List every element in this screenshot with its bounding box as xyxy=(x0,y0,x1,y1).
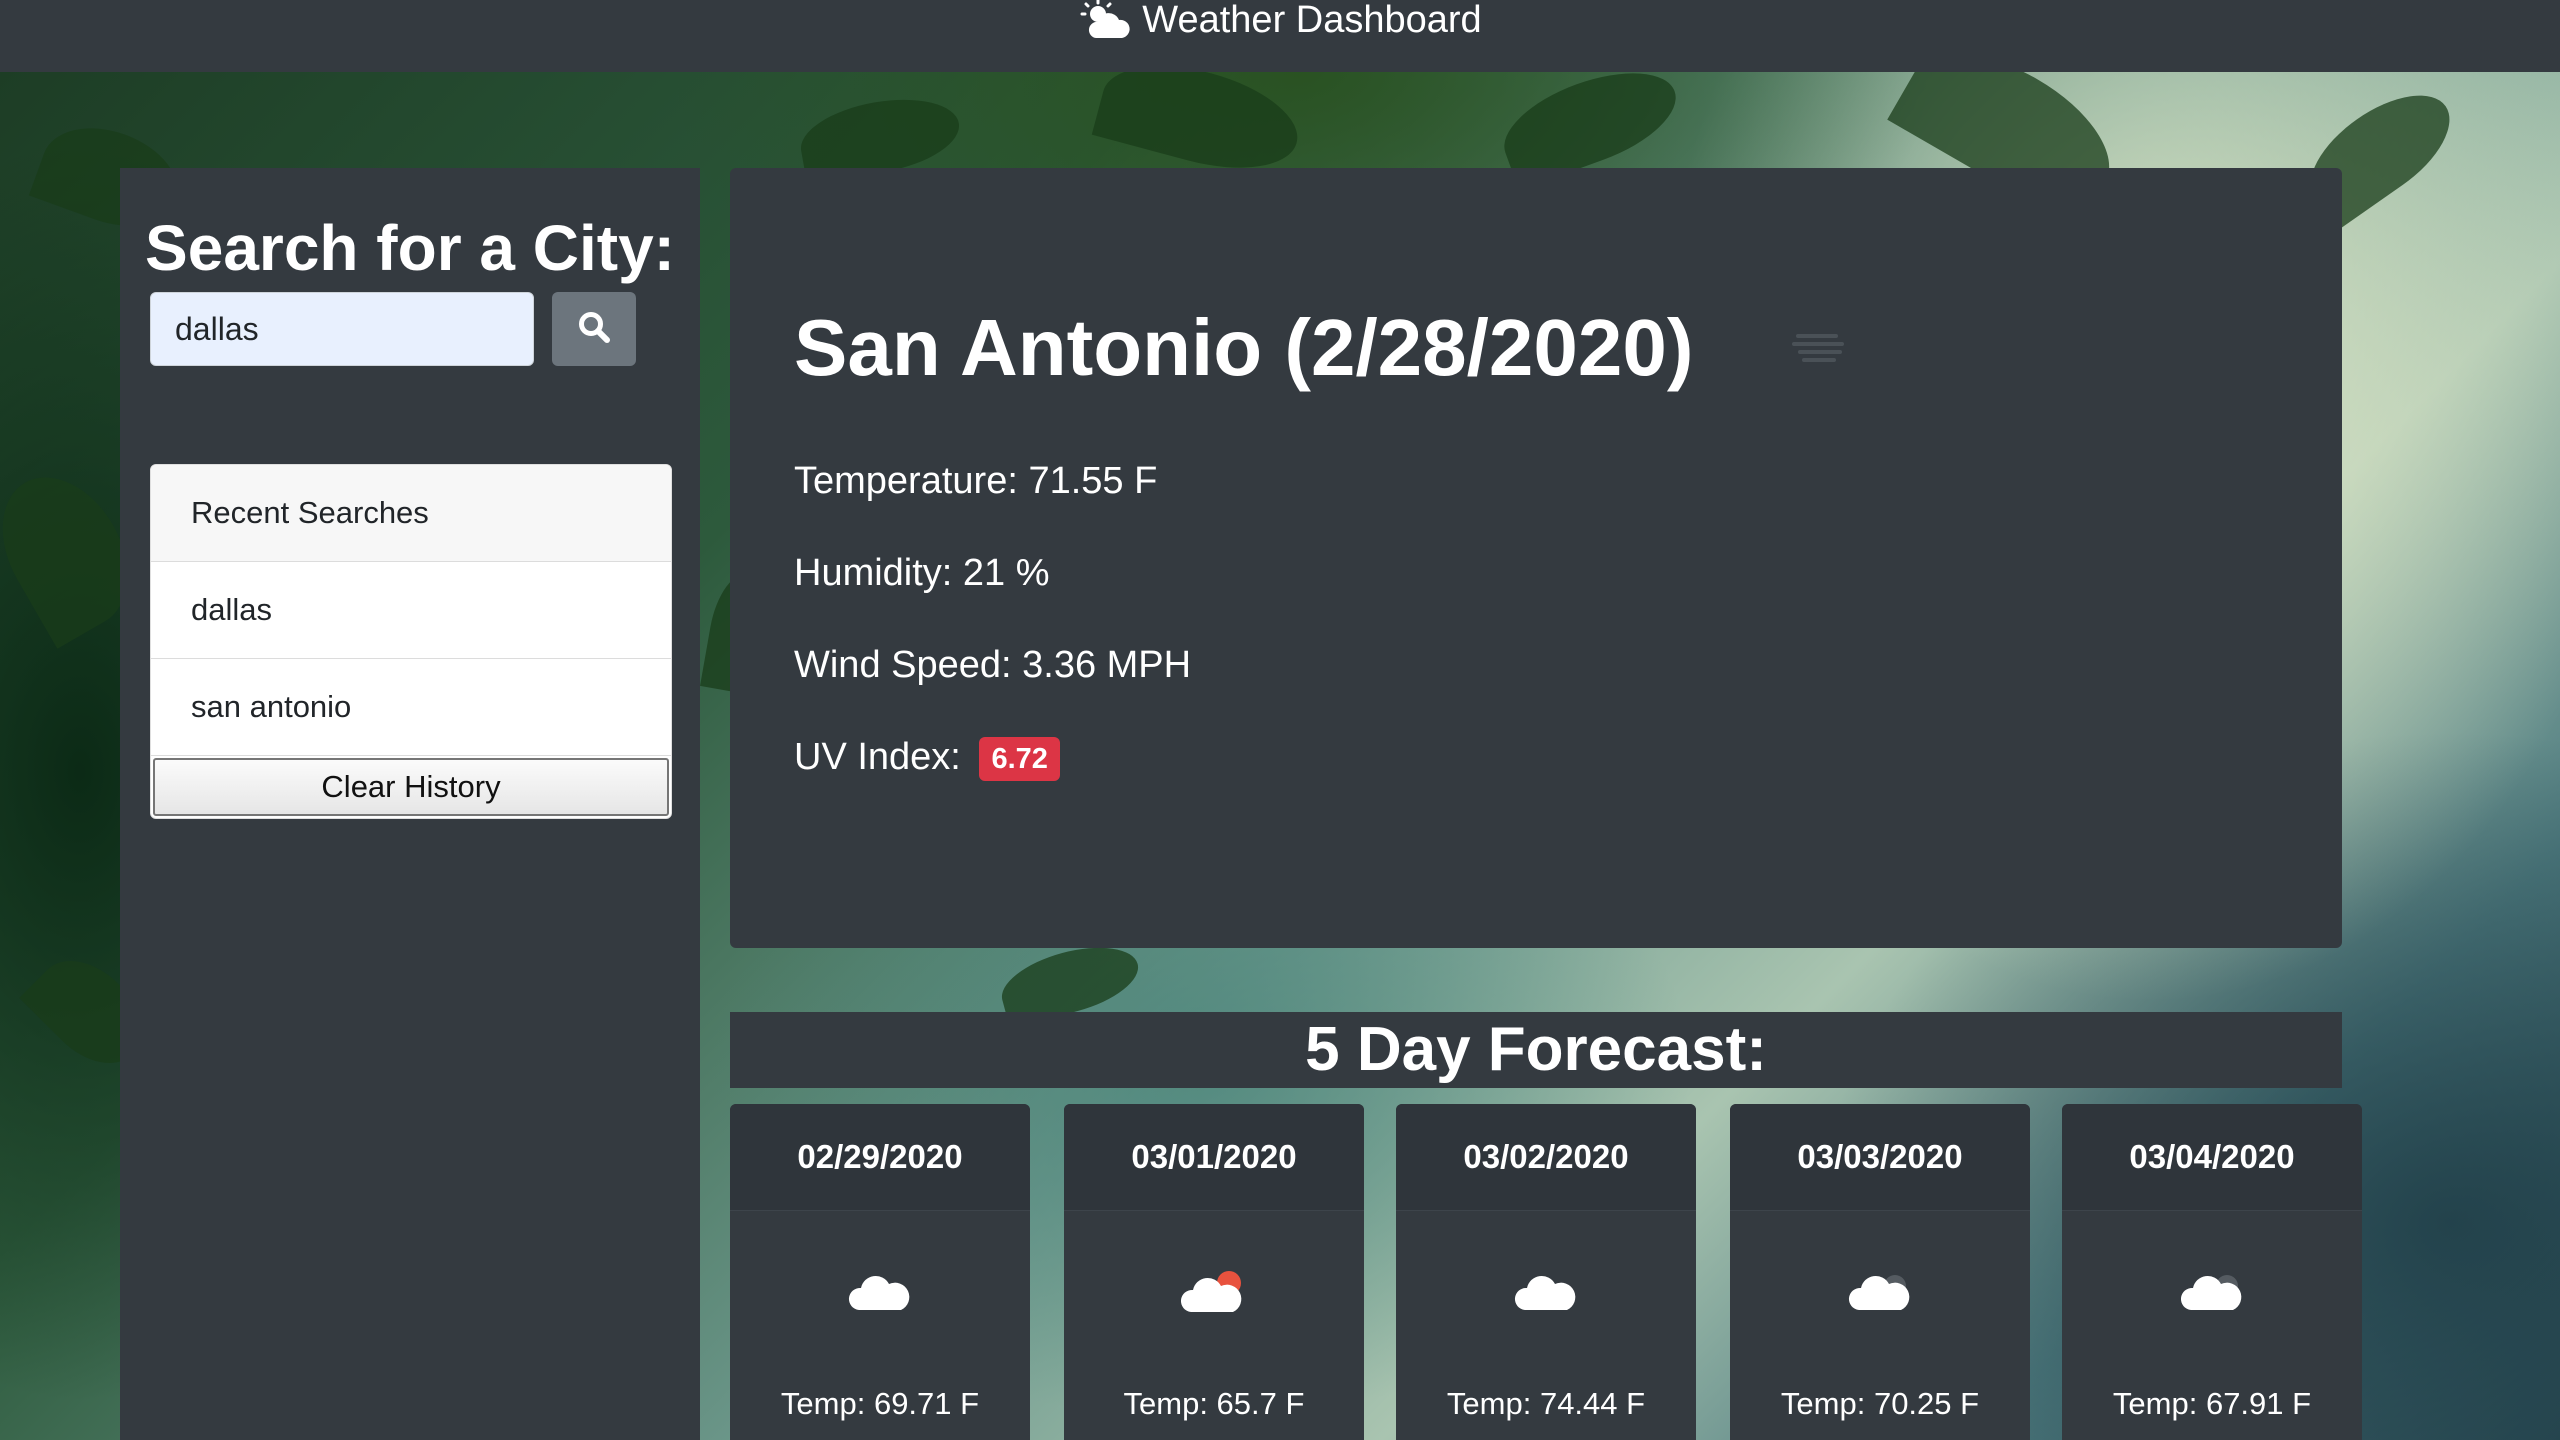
forecast-date: 03/01/2020 xyxy=(1064,1104,1364,1211)
navbar: Weather Dashboard xyxy=(0,0,2560,72)
cloud-sun-icon xyxy=(1078,0,1132,40)
recent-searches-list: Recent Searches dallas san antonio Clear… xyxy=(150,464,672,819)
search-heading: Search for a City: xyxy=(145,212,675,284)
search-sidebar: Search for a City: Recent Searches dalla… xyxy=(120,168,700,1440)
forecast-temp: Temp: 65.7 F xyxy=(1123,1386,1305,1421)
forecast-date: 02/29/2020 xyxy=(730,1104,1030,1211)
uv-index-badge: 6.72 xyxy=(979,736,1060,781)
cloud-icon xyxy=(1396,1270,1696,1314)
mist-icon xyxy=(1790,328,1850,373)
forecast-card: 03/04/2020 Temp: 67.91 F xyxy=(2062,1104,2362,1440)
forecast-card: 03/02/2020 Temp: 74.44 F xyxy=(1396,1104,1696,1440)
cloud-night-icon xyxy=(1730,1270,2030,1314)
forecast-temp: Temp: 67.91 F xyxy=(2112,1386,2312,1421)
history-item-san-antonio[interactable]: san antonio xyxy=(151,659,671,756)
forecast-card: 03/03/2020 Temp: 70.25 F xyxy=(1730,1104,2030,1440)
forecast-temp: Temp: 74.44 F xyxy=(1446,1386,1646,1421)
uv-index-row: UV Index: 6.72 xyxy=(794,734,1060,781)
uv-index-label: UV Index: xyxy=(794,736,961,778)
humidity-text: Humidity: 21 % xyxy=(794,552,1050,594)
temperature-text: Temperature: 71.55 F xyxy=(794,460,1158,502)
forecast-date: 03/03/2020 xyxy=(1730,1104,2030,1211)
search-button[interactable] xyxy=(552,292,636,366)
city-search-input[interactable] xyxy=(150,292,534,366)
forecast-card: 03/01/2020 Temp: 65.7 F xyxy=(1064,1104,1364,1440)
forecast-date: 03/04/2020 xyxy=(2062,1104,2362,1211)
search-icon xyxy=(577,310,611,349)
current-weather-card: San Antonio (2/28/2020) Temperature: 71.… xyxy=(730,168,2342,948)
history-item-dallas[interactable]: dallas xyxy=(151,562,671,659)
cloud-sun-icon xyxy=(1064,1270,1364,1314)
forecast-temp: Temp: 70.25 F xyxy=(1780,1386,1980,1421)
forecast-temp: Temp: 69.71 F xyxy=(780,1386,980,1421)
cloud-icon xyxy=(730,1270,1030,1314)
forecast-heading: 5 Day Forecast: xyxy=(730,1012,2342,1088)
forecast-date: 03/02/2020 xyxy=(1396,1104,1696,1211)
recent-searches-header: Recent Searches xyxy=(151,465,671,562)
wind-speed-text: Wind Speed: 3.36 MPH xyxy=(794,644,1192,686)
forecast-card: 02/29/2020 Temp: 69.71 F xyxy=(730,1104,1030,1440)
clear-history-button[interactable]: Clear History xyxy=(153,758,669,816)
city-date-title: San Antonio (2/28/2020) xyxy=(794,303,1694,392)
app-title: Weather Dashboard xyxy=(1142,0,1482,41)
navbar-brand[interactable]: Weather Dashboard xyxy=(1078,0,1482,41)
cloud-night-icon xyxy=(2062,1270,2362,1314)
